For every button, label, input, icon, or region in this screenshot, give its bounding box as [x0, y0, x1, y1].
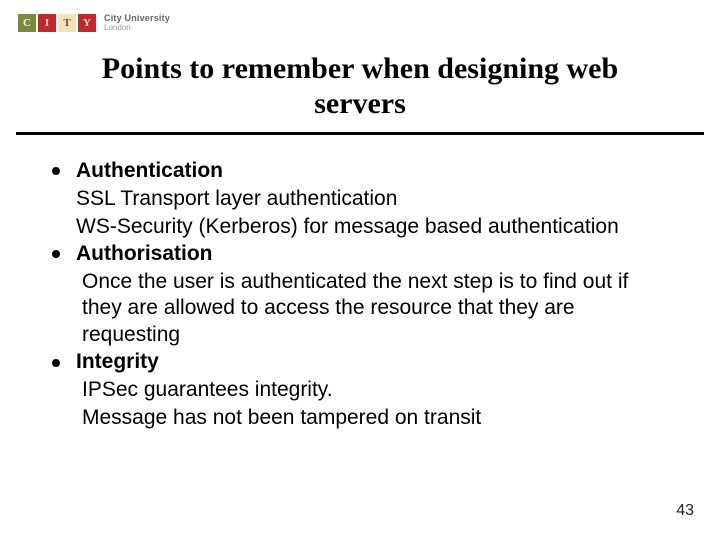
logo-text: City University London	[104, 14, 170, 32]
title-divider	[16, 132, 704, 135]
logo-letter-i: I	[38, 14, 56, 32]
bullet-authorisation: Authorisation Once the user is authentic…	[52, 241, 672, 350]
logo-text-line1: City University	[104, 14, 170, 23]
logo-letter-c: C	[18, 14, 36, 32]
slide: C I T Y City University London Points to…	[0, 0, 720, 540]
bullet-line: Once the user is authenticated the next …	[76, 269, 672, 350]
logo-letter-t: T	[58, 14, 76, 32]
bullet-dot-icon	[52, 250, 60, 258]
bullet-authentication: Authentication SSL Transport layer authe…	[52, 158, 672, 241]
bullet-line: Message has not been tampered on transit	[76, 405, 672, 432]
bullet-line: IPSec guarantees integrity.	[76, 377, 672, 404]
slide-content: Authentication SSL Transport layer authe…	[52, 158, 672, 432]
bullet-head: Authorisation	[76, 242, 213, 265]
bullet-head: Integrity	[76, 350, 159, 373]
logo-text-line2: London	[104, 24, 170, 32]
logo-letter-y: Y	[78, 14, 96, 32]
university-logo: C I T Y City University London	[18, 14, 170, 32]
page-number: 43	[676, 502, 694, 520]
bullet-dot-icon	[52, 359, 60, 367]
bullet-integrity: Integrity IPSec guarantees integrity. Me…	[52, 349, 672, 432]
bullet-dot-icon	[52, 167, 60, 175]
bullet-line: WS-Security (Kerberos) for message based…	[76, 214, 672, 241]
logo-letter-boxes: C I T Y	[18, 14, 96, 32]
bullet-head: Authentication	[76, 159, 223, 182]
slide-title: Points to remember when designing web se…	[0, 52, 720, 121]
bullet-line: SSL Transport layer authentication	[76, 186, 672, 213]
